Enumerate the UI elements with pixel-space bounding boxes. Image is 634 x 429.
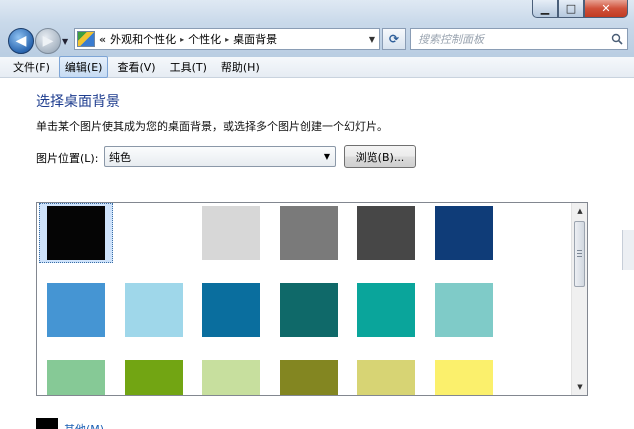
- breadcrumb-separator-icon[interactable]: ▸: [225, 35, 229, 44]
- color-swatch[interactable]: [427, 280, 501, 340]
- menu-edit[interactable]: 编辑(E): [58, 56, 109, 78]
- menu-help[interactable]: 帮助(H): [216, 57, 265, 77]
- color-swatch[interactable]: [272, 203, 346, 263]
- color-swatch-fill: [47, 283, 105, 337]
- color-swatch-fill: [124, 206, 183, 260]
- other-color-swatch[interactable]: [36, 418, 58, 429]
- color-swatch[interactable]: [39, 280, 113, 340]
- menu-bar: 文件(F) 编辑(E) 查看(V) 工具(T) 帮助(H): [0, 56, 634, 78]
- color-swatch-fill: [124, 360, 183, 395]
- color-swatch-fill: [279, 360, 338, 395]
- color-swatch[interactable]: [349, 203, 423, 263]
- page-description: 单击某个图片使其成为您的桌面背景，或选择多个图片创建一个幻灯片。: [36, 120, 388, 133]
- color-swatch-fill: [47, 206, 105, 260]
- picture-location-value: 纯色: [109, 150, 131, 164]
- page-title: 选择桌面背景: [36, 94, 120, 110]
- color-swatch-fill: [279, 283, 338, 337]
- breadcrumb-item[interactable]: 桌面背景: [233, 31, 277, 47]
- color-swatch-fill: [124, 283, 183, 337]
- color-swatch[interactable]: [194, 357, 268, 395]
- picture-location-label: 图片位置(L):: [36, 152, 99, 165]
- menu-file[interactable]: 文件(F): [8, 57, 55, 77]
- color-swatch-fill: [202, 283, 260, 337]
- other-color-link[interactable]: 其他(M)...: [64, 421, 115, 429]
- browse-button[interactable]: 浏览(B)...: [344, 145, 416, 168]
- arrow-left-icon: ◀: [15, 33, 27, 49]
- picture-location-select[interactable]: 纯色 ▼: [104, 146, 336, 167]
- scroll-thumb[interactable]: [574, 221, 585, 287]
- forward-button[interactable]: ▶: [35, 28, 61, 54]
- color-swatch[interactable]: [117, 357, 191, 395]
- breadcrumb-separator-icon[interactable]: ▸: [180, 35, 184, 44]
- back-button[interactable]: ◀: [8, 28, 34, 54]
- color-swatch-fill: [434, 360, 493, 395]
- breadcrumb-item[interactable]: 个性化: [188, 31, 221, 47]
- color-swatch-fill: [47, 360, 105, 395]
- minimize-button[interactable]: ▁: [532, 0, 558, 18]
- color-swatch[interactable]: [427, 203, 501, 263]
- recent-pages-dropdown[interactable]: ▼: [62, 37, 68, 46]
- breadcrumb-item[interactable]: 外观和个性化: [110, 31, 176, 47]
- color-swatch-fill: [357, 206, 415, 260]
- main-content: 选择桌面背景 单击某个图片使其成为您的桌面背景，或选择多个图片创建一个幻灯片。 …: [0, 78, 634, 429]
- refresh-icon: ⟳: [388, 32, 400, 46]
- close-button[interactable]: ✕: [584, 0, 628, 18]
- color-swatch[interactable]: [349, 280, 423, 340]
- overflow-chevron[interactable]: «: [99, 33, 106, 46]
- search-icon[interactable]: [607, 33, 627, 45]
- arrow-right-icon: ▶: [42, 33, 54, 49]
- background-gallery[interactable]: ▲ ▼: [36, 202, 588, 396]
- window-controls: ▁ □ ✕: [532, 0, 628, 20]
- color-swatch[interactable]: [39, 357, 113, 395]
- chevron-down-icon: ▼: [323, 152, 331, 161]
- maximize-button[interactable]: □: [558, 0, 584, 18]
- address-dropdown-icon[interactable]: ▼: [365, 35, 379, 44]
- menu-tools[interactable]: 工具(T): [165, 57, 212, 77]
- color-swatch[interactable]: [194, 203, 268, 263]
- address-bar[interactable]: « 外观和个性化 ▸ 个性化 ▸ 桌面背景 ▼: [74, 28, 380, 50]
- color-swatch[interactable]: [117, 280, 191, 340]
- color-swatch[interactable]: [272, 280, 346, 340]
- color-swatch[interactable]: [39, 203, 113, 263]
- color-swatch-fill: [434, 283, 493, 337]
- color-swatch-fill: [357, 360, 415, 395]
- scroll-down-icon[interactable]: ▼: [572, 379, 587, 395]
- breadcrumb: « 外观和个性化 ▸ 个性化 ▸ 桌面背景: [95, 31, 365, 47]
- color-swatch[interactable]: [272, 357, 346, 395]
- control-panel-icon: [77, 31, 95, 47]
- search-input[interactable]: 搜索控制面板: [410, 28, 628, 50]
- window-edge: [622, 230, 634, 270]
- color-swatch[interactable]: [349, 357, 423, 395]
- color-swatch[interactable]: [427, 357, 501, 395]
- color-swatch-fill: [357, 283, 415, 337]
- color-swatch-fill: [434, 206, 493, 260]
- title-bar: ▁ □ ✕ ◀ ▶ ▼ « 外观和个性化 ▸ 个性化 ▸ 桌面背景 ▼ ⟳ 搜索…: [0, 0, 634, 57]
- menu-view[interactable]: 查看(V): [112, 57, 160, 77]
- refresh-button[interactable]: ⟳: [382, 28, 406, 50]
- scroll-up-icon[interactable]: ▲: [572, 203, 587, 219]
- color-swatch-fill: [202, 206, 260, 260]
- color-swatch[interactable]: [194, 280, 268, 340]
- color-swatch-fill: [279, 206, 338, 260]
- search-placeholder: 搜索控制面板: [418, 33, 484, 46]
- color-swatch[interactable]: [117, 203, 191, 263]
- color-swatch-fill: [202, 360, 260, 395]
- gallery-scrollbar[interactable]: ▲ ▼: [571, 203, 587, 395]
